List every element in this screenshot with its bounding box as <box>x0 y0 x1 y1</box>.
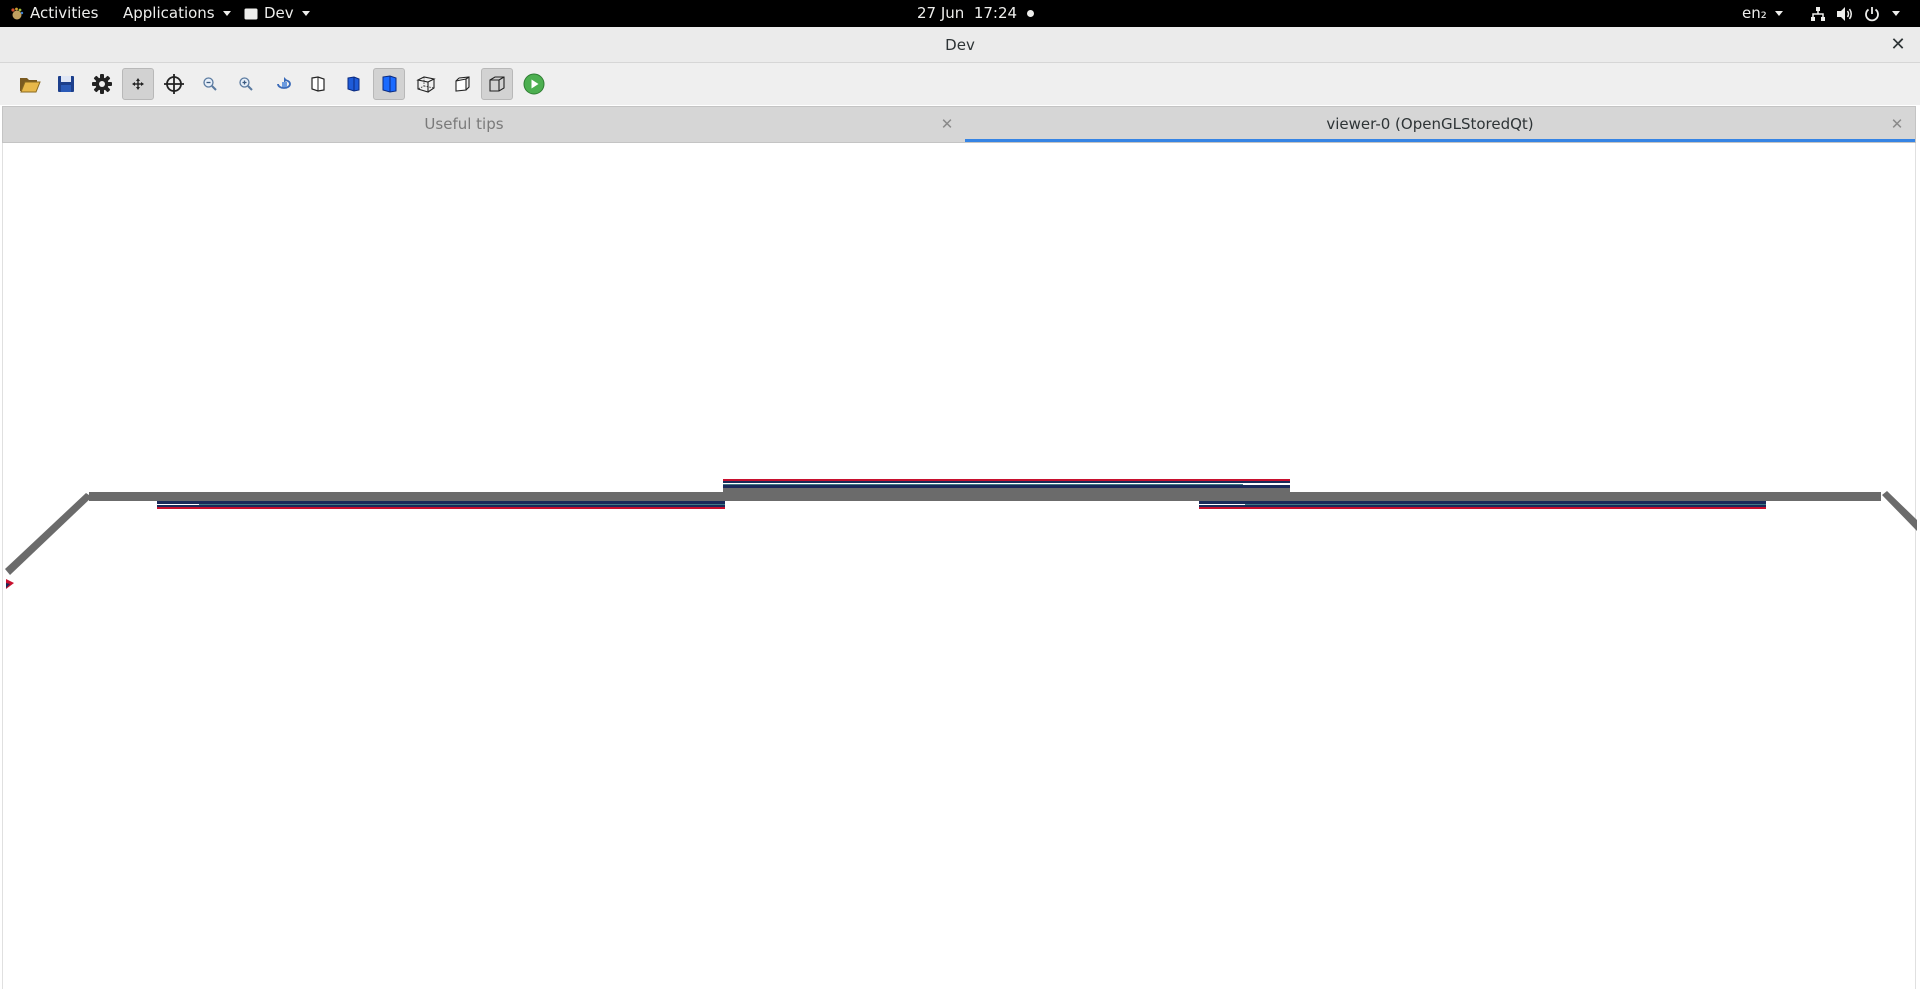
move-button[interactable] <box>122 68 154 100</box>
move-icon <box>132 78 144 90</box>
input-source-label: en₂ <box>1742 4 1767 22</box>
tab-close-button[interactable]: ✕ <box>1887 107 1907 142</box>
applications-menu[interactable]: Applications <box>123 0 231 27</box>
opengl-viewer[interactable] <box>2 143 1917 989</box>
hidden-line-icon <box>311 76 325 92</box>
tab-bar: Useful tips ✕ viewer-0 (OpenGLStoredQt) … <box>2 106 1916 143</box>
settings-button[interactable] <box>86 68 118 100</box>
open-icon <box>20 78 41 93</box>
solid-button[interactable] <box>337 68 369 100</box>
tab-viewer-0[interactable]: viewer-0 (OpenGLStoredQt) ✕ <box>965 107 1915 142</box>
window-title: Dev <box>945 36 975 54</box>
perspective-button[interactable] <box>446 68 478 100</box>
right-tilt-segment <box>1882 491 1917 531</box>
left-tilt-segment <box>5 493 92 575</box>
surface-icon <box>382 75 397 93</box>
power-icon <box>1865 6 1879 21</box>
save-icon <box>58 76 74 92</box>
scene-canvas[interactable] <box>3 143 1917 989</box>
save-button[interactable] <box>50 68 82 100</box>
orthographic-icon <box>489 76 505 92</box>
right-detector-plate <box>1199 501 1766 509</box>
applications-label: Applications <box>123 4 215 22</box>
clock[interactable]: 27 Jun 17:24 <box>917 0 1035 27</box>
main-beam <box>89 492 1881 501</box>
volume-icon <box>1837 6 1852 21</box>
hidden-line-button[interactable] <box>302 68 334 100</box>
window-title-bar[interactable]: Dev ✕ <box>0 27 1920 63</box>
activities-button[interactable]: Activities <box>10 0 98 27</box>
perspective-icon <box>455 76 470 92</box>
center-detector-plate <box>723 479 1290 492</box>
activities-label: Activities <box>30 4 99 22</box>
clock-label: 27 Jun 17:24 <box>917 4 1018 22</box>
chevron-down-icon <box>1892 11 1900 16</box>
settings-icon <box>92 74 112 94</box>
system-status-menu[interactable] <box>1810 0 1900 27</box>
network-icon <box>1811 6 1825 21</box>
wireframe-icon <box>416 76 436 93</box>
tab-label: viewer-0 (OpenGLStoredQt) <box>1326 115 1534 133</box>
gnome-foot-icon <box>11 7 24 19</box>
run-icon <box>523 73 545 95</box>
app-menu-label: Dev <box>264 4 294 22</box>
crosshair-icon <box>164 74 184 94</box>
solid-icon <box>347 76 360 92</box>
chevron-down-icon <box>222 11 231 16</box>
main-toolbar <box>0 63 1920 105</box>
window-icon <box>244 8 258 19</box>
surface-button[interactable] <box>373 68 405 100</box>
zoom-out-button[interactable] <box>194 68 226 100</box>
system-top-bar: Activities Applications Dev 27 Jun 17:24… <box>0 0 1920 27</box>
window-close-button[interactable]: ✕ <box>1886 27 1910 63</box>
wireframe-button[interactable] <box>410 68 442 100</box>
notification-dot-icon <box>1027 10 1035 17</box>
run-button[interactable] <box>518 68 550 100</box>
pick-button[interactable] <box>158 68 190 100</box>
rotate-button[interactable] <box>268 68 300 100</box>
open-button[interactable] <box>14 68 46 100</box>
zoom-in-button[interactable] <box>230 68 262 100</box>
tab-label: Useful tips <box>424 115 504 133</box>
zoom-in-icon <box>239 77 253 91</box>
tab-useful-tips[interactable]: Useful tips ✕ <box>3 107 965 142</box>
chevron-down-icon <box>301 11 310 16</box>
input-source-menu[interactable]: en₂ <box>1742 0 1783 27</box>
orthographic-button[interactable] <box>481 68 513 100</box>
rotate-icon <box>277 77 291 89</box>
chevron-down-icon <box>1774 11 1783 16</box>
left-detector-plate <box>157 501 725 509</box>
zoom-out-icon <box>203 77 217 91</box>
tab-close-button[interactable]: ✕ <box>937 107 957 142</box>
app-menu[interactable]: Dev <box>244 0 310 27</box>
